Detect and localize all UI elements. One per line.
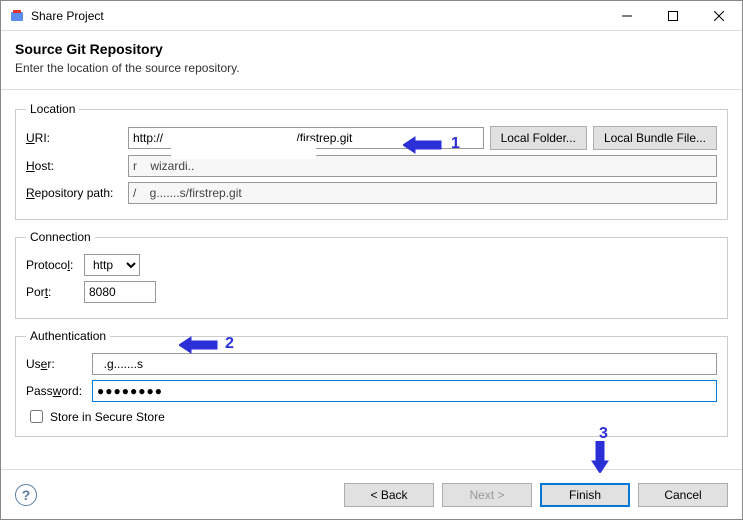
auth-legend: Authentication xyxy=(26,329,110,343)
port-input[interactable] xyxy=(84,281,156,303)
location-legend: Location xyxy=(26,102,79,116)
local-bundle-button[interactable]: Local Bundle File... xyxy=(593,126,717,150)
store-secure-label: Store in Secure Store xyxy=(50,410,165,424)
help-icon[interactable]: ? xyxy=(15,484,37,506)
app-icon xyxy=(9,8,25,24)
local-folder-button[interactable]: Local Folder... xyxy=(490,126,587,150)
maximize-button[interactable] xyxy=(650,1,696,31)
back-button[interactable]: < Back xyxy=(344,483,434,507)
connection-group: Connection Protocol: http Port: xyxy=(15,230,728,319)
password-label: Password: xyxy=(26,384,86,398)
host-label: Host: xyxy=(26,159,122,173)
titlebar[interactable]: Share Project xyxy=(1,1,742,31)
protocol-label: Protocol: xyxy=(26,258,78,272)
password-input[interactable]: ●●●●●●●● xyxy=(92,380,717,402)
port-label: Port: xyxy=(26,285,78,299)
protocol-select[interactable]: http xyxy=(84,254,140,276)
uri-label: URI: xyxy=(26,131,122,145)
minimize-button[interactable] xyxy=(604,1,650,31)
finish-button[interactable]: Finish xyxy=(540,483,630,507)
store-secure-checkbox[interactable] xyxy=(30,410,43,423)
location-group: Location URI: Local Folder... Local Bund… xyxy=(15,102,728,220)
user-input[interactable] xyxy=(92,353,717,375)
page-subtitle: Enter the location of the source reposit… xyxy=(15,61,728,75)
wizard-header: Source Git Repository Enter the location… xyxy=(1,31,742,90)
repo-path-label: Repository path: xyxy=(26,186,122,200)
authentication-group: Authentication User: Password: ●●●●●●●● … xyxy=(15,329,728,437)
page-title: Source Git Repository xyxy=(15,41,728,57)
redaction xyxy=(171,141,316,159)
close-button[interactable] xyxy=(696,1,742,31)
connection-legend: Connection xyxy=(26,230,95,244)
cancel-button[interactable]: Cancel xyxy=(638,483,728,507)
repo-path-input[interactable] xyxy=(128,182,717,204)
window-title: Share Project xyxy=(31,9,104,23)
next-button: Next > xyxy=(442,483,532,507)
user-label: User: xyxy=(26,357,86,371)
button-bar: ? < Back Next > Finish Cancel xyxy=(1,469,742,519)
